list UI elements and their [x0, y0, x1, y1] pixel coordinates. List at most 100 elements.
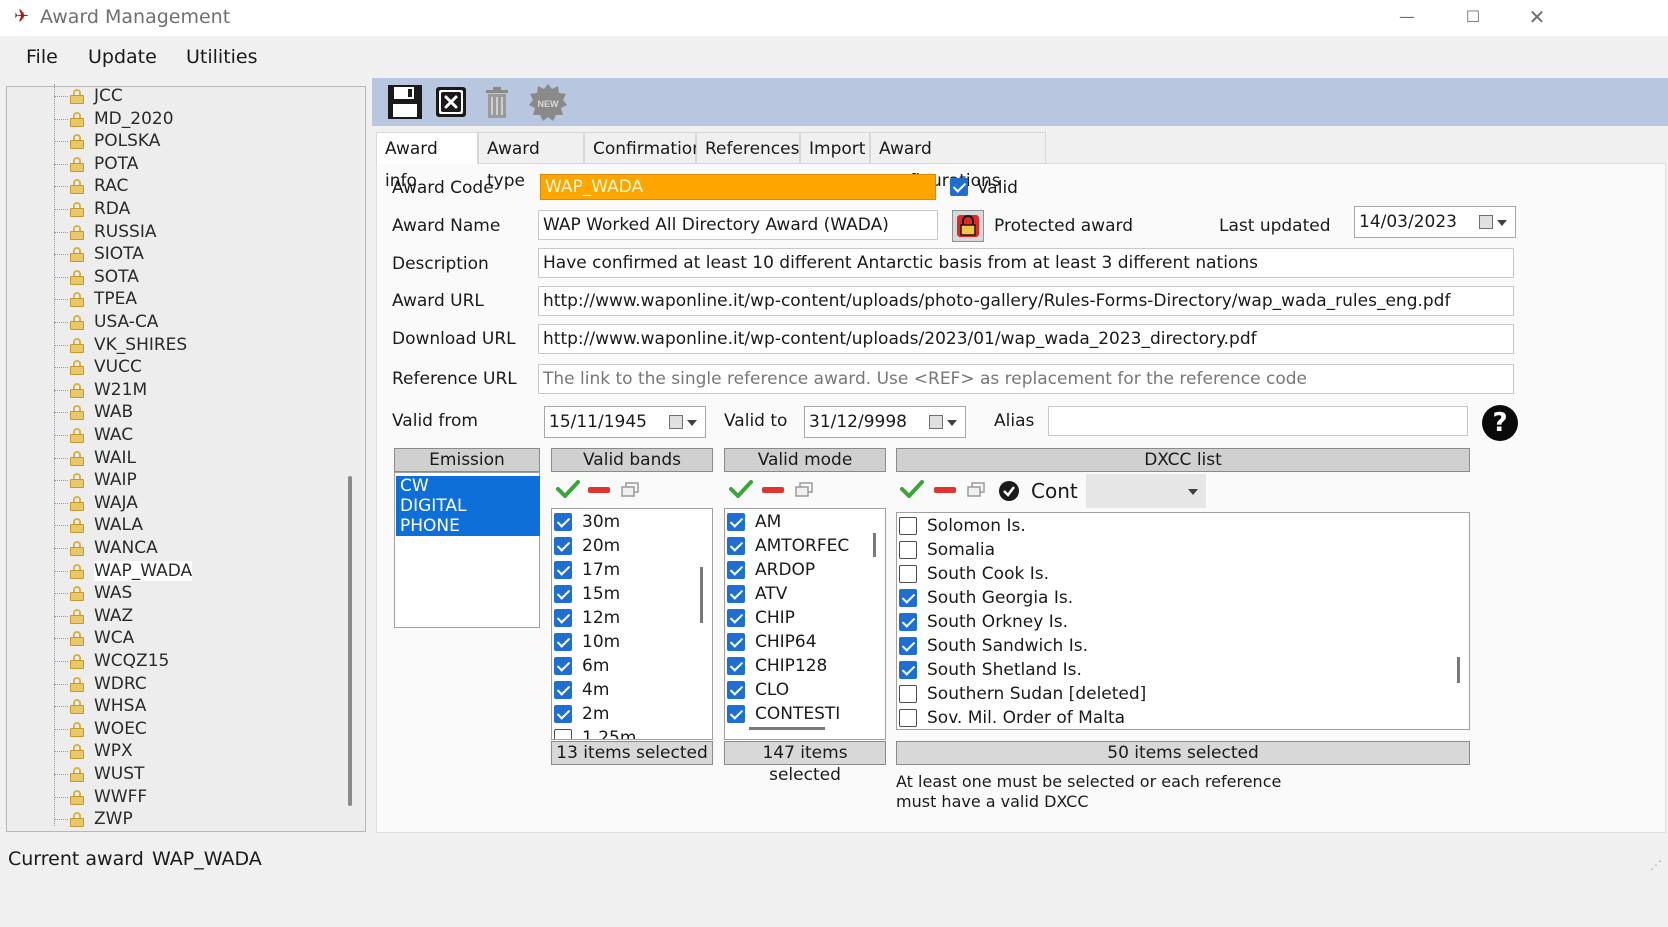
dxcc-scrollbar[interactable] [1457, 657, 1460, 683]
mode-checkbox[interactable] [727, 513, 745, 531]
tab-award-configurations[interactable]: Award configurations [870, 132, 1046, 191]
tree-item[interactable]: WUST [50, 764, 340, 786]
band-checkbox[interactable] [554, 513, 572, 531]
band-row[interactable]: 20m [554, 535, 694, 559]
tree-scrollbar[interactable] [348, 476, 352, 806]
tree-item[interactable]: WAIL [50, 448, 340, 470]
tab-references[interactable]: References [696, 132, 800, 164]
band-row[interactable]: 6m [554, 655, 694, 679]
emission-item-cw[interactable]: CW [396, 476, 540, 496]
mode-checkbox[interactable] [727, 705, 745, 723]
dxcc-checkbox[interactable] [899, 613, 917, 631]
select-all-dxcc-icon[interactable] [900, 480, 924, 502]
band-checkbox[interactable] [554, 537, 572, 555]
tree-item[interactable]: POLSKA [50, 131, 340, 153]
tree-item[interactable]: WAIP [50, 470, 340, 492]
emission-item-digital[interactable]: DIGITAL [396, 496, 540, 516]
tree-item[interactable]: WANCA [50, 538, 340, 560]
valid-bands-list[interactable]: 30m 20m 17m 15m 12m 10m 6m 4m 2m 1.25m [551, 508, 713, 740]
tree-item[interactable]: ZWP [50, 809, 340, 831]
tree-item[interactable]: W21M [50, 380, 340, 402]
mode-checkbox[interactable] [727, 633, 745, 651]
band-checkbox[interactable] [554, 681, 572, 699]
dxcc-checkbox[interactable] [899, 565, 917, 583]
mode-checkbox[interactable] [727, 585, 745, 603]
tree-item[interactable]: SOTA [50, 267, 340, 289]
tree-item[interactable]: VK_SHIRES [50, 335, 340, 357]
dxcc-row[interactable]: South Shetland Is. [899, 659, 1439, 683]
modes-scrollbar[interactable] [873, 533, 876, 557]
tree-item[interactable]: WAJA [50, 493, 340, 515]
tree-item[interactable]: WDRC [50, 674, 340, 696]
bands-scrollbar[interactable] [700, 567, 703, 623]
tab-award-info[interactable]: Award info [376, 132, 478, 191]
menu-file[interactable]: File [26, 46, 58, 68]
tree-item[interactable]: RAC [50, 176, 340, 198]
tree-item[interactable]: WOEC [50, 719, 340, 741]
tree-item[interactable]: TPEA [50, 289, 340, 311]
tree-item[interactable]: VUCC [50, 357, 340, 379]
mode-row[interactable]: ATV [727, 583, 867, 607]
copy-dxcc-icon[interactable] [966, 482, 986, 502]
tree-item[interactable]: WWFF [50, 787, 340, 809]
award-code-input[interactable]: WAP_WADA [540, 174, 936, 200]
dxcc-checkbox[interactable] [899, 661, 917, 679]
dxcc-checkbox[interactable] [899, 541, 917, 559]
select-all-modes-icon[interactable] [729, 480, 753, 502]
valid-to-datepicker[interactable]: 31/12/9998 [804, 406, 966, 438]
tree-item[interactable]: SIOTA [50, 244, 340, 266]
deselect-all-bands-icon[interactable] [588, 487, 610, 493]
menu-utilities[interactable]: Utilities [186, 46, 258, 68]
band-row[interactable]: 1.25m [554, 727, 694, 739]
mode-checkbox[interactable] [727, 681, 745, 699]
description-input[interactable]: Have confirmed at least 10 different Ant… [538, 248, 1514, 278]
band-row[interactable]: 30m [554, 511, 694, 535]
award-name-input[interactable]: WAP Worked All Directory Award (WADA) [538, 210, 938, 240]
tree-item[interactable]: POTA [50, 154, 340, 176]
dxcc-row[interactable]: Southern Sudan [deleted] [899, 683, 1439, 707]
trash-icon[interactable] [478, 83, 516, 121]
band-checkbox[interactable] [554, 705, 572, 723]
tab-confirmation[interactable]: Confirmation [584, 132, 703, 164]
download-url-input[interactable]: http://www.waponline.it/wp-content/uploa… [538, 324, 1514, 354]
mode-row[interactable]: ARDOP [727, 559, 867, 583]
band-checkbox[interactable] [554, 561, 572, 579]
tree-item[interactable]: MD_2020 [50, 109, 340, 131]
mode-checkbox[interactable] [727, 657, 745, 675]
mode-row[interactable]: CLO [727, 679, 867, 703]
band-row[interactable]: 15m [554, 583, 694, 607]
mode-checkbox[interactable] [727, 537, 745, 555]
deselect-all-modes-icon[interactable] [762, 487, 784, 493]
mode-row[interactable]: AMTORFEC [727, 535, 867, 559]
dxcc-row[interactable]: Sov. Mil. Order of Malta [899, 707, 1439, 729]
band-checkbox[interactable] [554, 729, 572, 739]
valid-from-datepicker[interactable]: 15/11/1945 [544, 406, 706, 438]
mode-row[interactable]: AM [727, 511, 867, 535]
valid-mode-list[interactable]: AM AMTORFEC ARDOP ATV CHIP CHIP64 CHIP128 CLO CO… [724, 508, 886, 740]
tree-item[interactable]: WAS [50, 583, 340, 605]
minimize-button[interactable]: — [1376, 0, 1438, 34]
dxcc-row[interactable]: South Cook Is. [899, 563, 1439, 587]
tree-item[interactable]: WHSA [50, 696, 340, 718]
mode-row[interactable]: CHIP64 [727, 631, 867, 655]
tree-item[interactable]: WCA [50, 628, 340, 650]
award-url-input[interactable]: http://www.waponline.it/wp-content/uploa… [538, 286, 1514, 316]
reference-url-input[interactable]: The link to the single reference award. … [538, 364, 1514, 394]
save-icon[interactable] [386, 83, 424, 121]
tree-item[interactable]: WAP_WADA [50, 560, 340, 583]
close-window-button[interactable]: ✕ [1506, 0, 1568, 34]
dxcc-checkbox[interactable] [899, 517, 917, 535]
help-icon[interactable]: ? [1482, 405, 1518, 441]
band-row[interactable]: 12m [554, 607, 694, 631]
modes-hscrollbar[interactable] [749, 727, 825, 730]
mode-row[interactable]: CONTESTI [727, 703, 867, 727]
band-checkbox[interactable] [554, 633, 572, 651]
alias-input[interactable] [1048, 406, 1468, 436]
emission-item-phone[interactable]: PHONE [396, 516, 540, 536]
cancel-icon[interactable] [432, 83, 470, 121]
tab-import[interactable]: Import [800, 132, 870, 164]
new-icon[interactable]: NEW [528, 83, 567, 121]
continent-filter-icon[interactable] [998, 480, 1020, 506]
deselect-all-dxcc-icon[interactable] [934, 487, 956, 493]
valid-checkbox[interactable] [950, 178, 968, 196]
